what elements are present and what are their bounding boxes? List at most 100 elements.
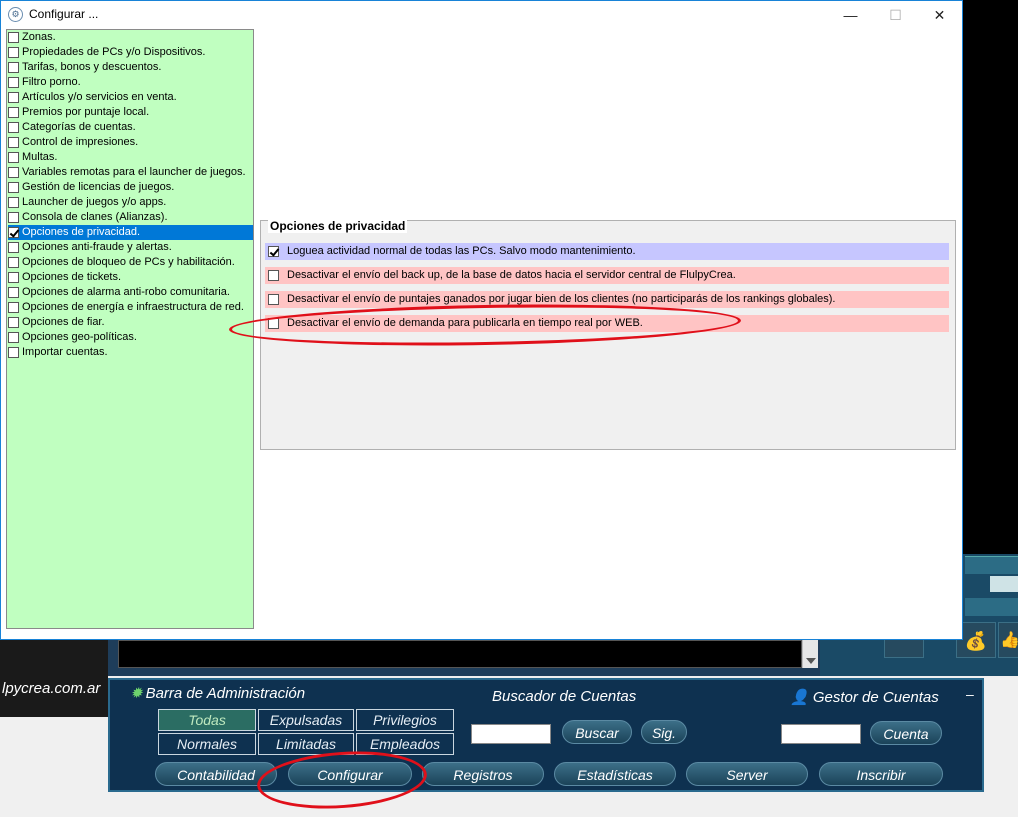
tree-item-label: Opciones geo-políticas. [22,331,137,343]
tree-item[interactable]: Categorías de cuentas. [8,120,253,135]
privacy-option-row[interactable]: Desactivar el envío del back up, de la b… [265,267,949,284]
tree-item-checkbox[interactable] [8,107,19,118]
tree-item-label: Opciones de alarma anti-robo comunitaria… [22,286,230,298]
tree-item-label: Opciones de privacidad. [22,226,141,238]
tree-item[interactable]: Premios por puntaje local. [8,105,253,120]
tree-item-checkbox[interactable] [8,197,19,208]
tree-item[interactable]: Gestión de licencias de juegos. [8,180,253,195]
tree-item-checkbox[interactable] [8,92,19,103]
tree-item-label: Categorías de cuentas. [22,121,136,133]
tree-item[interactable]: Opciones de fiar. [8,315,253,330]
log-output [118,640,802,668]
buscar-button[interactable]: Buscar [562,720,632,744]
tree-item-checkbox[interactable] [8,182,19,193]
tree-item[interactable]: Consola de clanes (Alianzas). [8,210,253,225]
tree-item-checkbox[interactable] [8,122,19,133]
contabilidad-button[interactable]: Contabilidad [155,762,277,786]
tree-item[interactable]: Opciones de bloqueo de PCs y habilitació… [8,255,253,270]
filter-privilegios[interactable]: Privilegios [356,709,454,731]
tree-item-label: Filtro porno. [22,76,81,88]
filter-empleados[interactable]: Empleados [356,733,454,755]
tree-item[interactable]: Filtro porno. [8,75,253,90]
filter-normales[interactable]: Normales [158,733,256,755]
tree-item-checkbox[interactable] [8,152,19,163]
account-input[interactable] [781,724,861,744]
admin-bar-title: ✹ Barra de Administración [130,685,306,702]
filter-limitadas[interactable]: Limitadas [258,733,354,755]
privacy-option-checkbox[interactable] [268,294,279,305]
inscribir-button[interactable]: Inscribir [819,762,943,786]
scroll-down-icon[interactable] [806,658,816,664]
tree-item-label: Control de impresiones. [22,136,139,148]
estadisticas-button[interactable]: Estadísticas [554,762,676,786]
tree-item-checkbox[interactable] [8,272,19,283]
tree-item-checkbox[interactable] [8,212,19,223]
registros-button[interactable]: Registros [422,762,544,786]
tree-item[interactable]: Tarifas, bonos y descuentos. [8,60,253,75]
tree-item-label: Multas. [22,151,58,163]
privacy-option-checkbox[interactable] [268,270,279,281]
tree-item-label: Variables remotas para el launcher de ju… [22,166,246,178]
tree-item-checkbox[interactable] [8,62,19,73]
tree-item-checkbox[interactable] [8,77,19,88]
tree-item[interactable]: Artículos y/o servicios en venta. [8,90,253,105]
close-button[interactable]: ✕ [917,1,962,29]
privacy-option-checkbox[interactable] [268,318,279,329]
config-app-icon: ⚙ [8,7,23,22]
minimize-bar-button[interactable]: – [966,686,974,702]
tree-item[interactable]: Launcher de juegos y/o apps. [8,195,253,210]
tree-item-checkbox[interactable] [8,137,19,148]
tree-item-checkbox[interactable] [8,332,19,343]
tree-item[interactable]: Variables remotas para el launcher de ju… [8,165,253,180]
tree-item-label: Artículos y/o servicios en venta. [22,91,177,103]
tree-item-checkbox[interactable] [8,257,19,268]
cuenta-button[interactable]: Cuenta [870,721,942,745]
tree-item-checkbox[interactable] [8,227,19,238]
tree-item-label: Propiedades de PCs y/o Dispositivos. [22,46,206,58]
tree-item[interactable]: Opciones de energía e infraestructura de… [8,300,253,315]
tree-item-label: Premios por puntaje local. [22,106,150,118]
tree-item[interactable]: Opciones de privacidad. [8,225,253,240]
log-scrollbar[interactable] [802,640,818,668]
tree-item[interactable]: Control de impresiones. [8,135,253,150]
tree-item-checkbox[interactable] [8,242,19,253]
privacy-option-checkbox[interactable] [268,246,279,257]
config-section-list: Zonas. Propiedades de PCs y/o Dispositivo… [6,29,254,629]
filter-todas[interactable]: Todas [158,709,256,731]
sig-button[interactable]: Sig. [641,720,687,744]
privacy-option-row[interactable]: Desactivar el envío de demanda para publ… [265,315,949,332]
tree-item-checkbox[interactable] [8,347,19,358]
maximize-button[interactable]: ☐ [873,1,918,29]
tree-item-checkbox[interactable] [8,47,19,58]
tree-item[interactable]: Multas. [8,150,253,165]
tree-item-label: Opciones de bloqueo de PCs y habilitació… [22,256,235,268]
privacy-option-row[interactable]: Desactivar el envío de puntajes ganados … [265,291,949,308]
minimize-button[interactable]: — [828,1,873,29]
title-bar[interactable]: ⚙ Configurar ... — ☐ ✕ [1,1,962,29]
tree-item[interactable]: Opciones de tickets. [8,270,253,285]
tree-item-label: Gestión de licencias de juegos. [22,181,175,193]
tree-item[interactable]: Importar cuentas. [8,345,253,360]
tree-item-checkbox[interactable] [8,167,19,178]
tree-item-checkbox[interactable] [8,302,19,313]
thumb-icon[interactable]: 👍 [998,622,1018,658]
tree-item-checkbox[interactable] [8,317,19,328]
server-button[interactable]: Server [686,762,808,786]
accounts-title: 👤 Gestor de Cuentas [790,689,939,706]
tree-item[interactable]: Propiedades de PCs y/o Dispositivos. [8,45,253,60]
tree-item-checkbox[interactable] [8,32,19,43]
tree-item[interactable]: Zonas. [8,30,253,45]
search-input[interactable] [471,724,551,744]
tree-item[interactable]: Opciones geo-políticas. [8,330,253,345]
tree-item-label: Opciones de energía e infraestructura de… [22,301,244,313]
privacy-option-row[interactable]: Loguea actividad normal de todas las PCs… [265,243,949,260]
search-title: Buscador de Cuentas [492,688,637,705]
right-field [990,576,1018,592]
gear-icon: ✹ [130,685,143,702]
tree-item[interactable]: Opciones de alarma anti-robo comunitaria… [8,285,253,300]
configurar-button[interactable]: Configurar [288,762,412,786]
user-icon: 👤 [790,689,809,706]
tree-item[interactable]: Opciones anti-fraude y alertas. [8,240,253,255]
filter-expulsadas[interactable]: Expulsadas [258,709,354,731]
tree-item-checkbox[interactable] [8,287,19,298]
